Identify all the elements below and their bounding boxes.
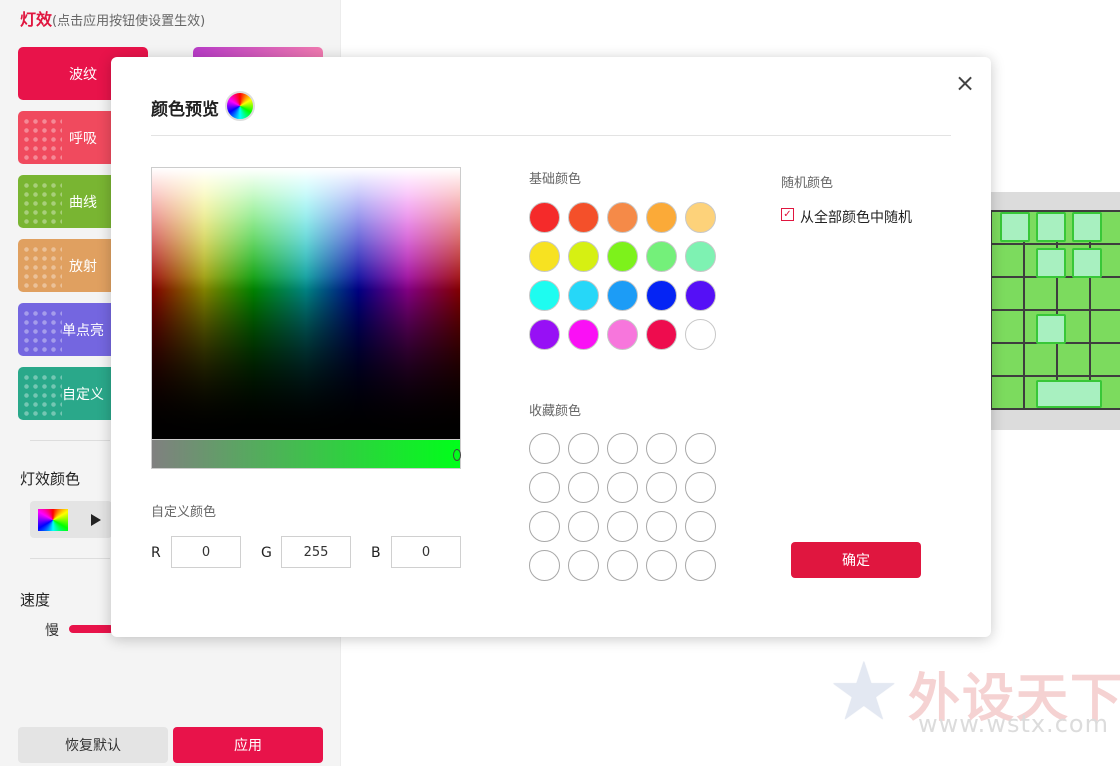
b-input[interactable] [391,536,461,568]
color-dialog: × 颜色预览 自定义颜色 R G B 基础颜色 收藏颜色 随机颜色 ✓ 从全部颜… [111,57,991,637]
favorite-color-slot[interactable] [568,472,599,503]
color-wheel-icon [225,91,255,121]
keyboard-key [1000,212,1030,242]
star-logo-icon: ★ [828,645,900,738]
divider [30,558,110,559]
basic-color-swatch[interactable] [607,241,638,272]
favorite-color-slot[interactable] [607,472,638,503]
close-icon[interactable]: × [955,71,975,95]
random-color-label: 随机颜色 [781,176,834,191]
b-label: B [371,545,381,561]
picker-cursor-icon[interactable] [453,449,461,461]
keyboard-key [1036,380,1102,408]
watermark-url: www.wstx.com [918,710,1109,738]
basic-color-swatch[interactable] [607,319,638,350]
favorite-color-slot[interactable] [529,433,560,464]
keyboard-preview [990,192,1120,430]
rainbow-swatch-icon [38,509,68,531]
basic-color-swatch[interactable] [646,202,677,233]
speed-section-label: 速度 [20,591,51,609]
favorite-color-slot[interactable] [607,550,638,581]
favorite-color-slot[interactable] [685,472,716,503]
r-label: R [151,545,161,561]
favorite-color-slot[interactable] [607,433,638,464]
basic-color-swatch[interactable] [607,280,638,311]
favorite-color-slot[interactable] [646,433,677,464]
random-all-checkbox[interactable]: ✓ [781,208,794,221]
panel-title-hint: (点击应用按钮使设置生效) [52,14,206,29]
keyboard-key [1072,212,1102,242]
favorite-color-slot[interactable] [646,550,677,581]
play-icon [91,514,101,526]
basic-color-swatch[interactable] [607,202,638,233]
watermark-logo: ★ 外设天下 www.wstx.com [828,645,1120,742]
dialog-title: 颜色预览 [151,100,219,120]
reset-default-button[interactable]: 恢复默认 [18,727,168,763]
basic-color-swatch[interactable] [568,202,599,233]
g-label: G [261,545,272,561]
favorite-color-slot[interactable] [568,511,599,542]
speed-slider[interactable] [69,625,114,633]
basic-color-swatch[interactable] [568,319,599,350]
confirm-button[interactable]: 确定 [791,542,921,578]
basic-color-swatch[interactable] [568,280,599,311]
g-input[interactable] [281,536,351,568]
keyboard-key [1072,248,1102,278]
favorite-color-slot[interactable] [568,433,599,464]
basic-color-swatch[interactable] [685,319,716,350]
basic-color-swatch[interactable] [529,280,560,311]
favorite-color-slot[interactable] [529,550,560,581]
basic-color-swatch[interactable] [568,241,599,272]
basic-color-swatch[interactable] [529,202,560,233]
color-section-label: 灯效颜色 [20,470,81,488]
favorite-color-slot[interactable] [529,472,560,503]
favorite-color-slot[interactable] [685,511,716,542]
favorite-color-slot[interactable] [568,550,599,581]
apply-button[interactable]: 应用 [173,727,323,763]
basic-color-swatch[interactable] [685,202,716,233]
speed-slow-label: 慢 [45,623,59,639]
keyboard-key [1036,212,1066,242]
panel-title: 灯效(点击应用按钮使设置生效) [20,10,206,29]
basic-color-swatch[interactable] [646,319,677,350]
favorite-color-slot[interactable] [607,511,638,542]
random-all-label: 从全部颜色中随机 [800,210,912,226]
keyboard-key [1036,248,1066,278]
favorite-color-slot[interactable] [529,511,560,542]
custom-color-label: 自定义颜色 [151,505,217,520]
color-spectrum-picker[interactable] [151,167,461,440]
favorite-colors-label: 收藏颜色 [529,404,582,419]
basic-color-swatch[interactable] [685,241,716,272]
effect-color-selector[interactable] [30,501,112,538]
favorite-color-slot[interactable] [646,472,677,503]
favorite-color-slot[interactable] [646,511,677,542]
favorite-color-slot[interactable] [685,550,716,581]
basic-color-swatch[interactable] [685,280,716,311]
basic-color-swatch[interactable] [646,280,677,311]
basic-color-swatch[interactable] [646,241,677,272]
basic-colors-label: 基础颜色 [529,172,582,187]
favorite-color-slot[interactable] [685,433,716,464]
divider [30,440,110,441]
r-input[interactable] [171,536,241,568]
color-preview-bar [151,440,461,469]
basic-color-swatch[interactable] [529,319,560,350]
basic-color-swatch[interactable] [529,241,560,272]
divider [151,135,951,136]
keyboard-key [1036,314,1066,344]
